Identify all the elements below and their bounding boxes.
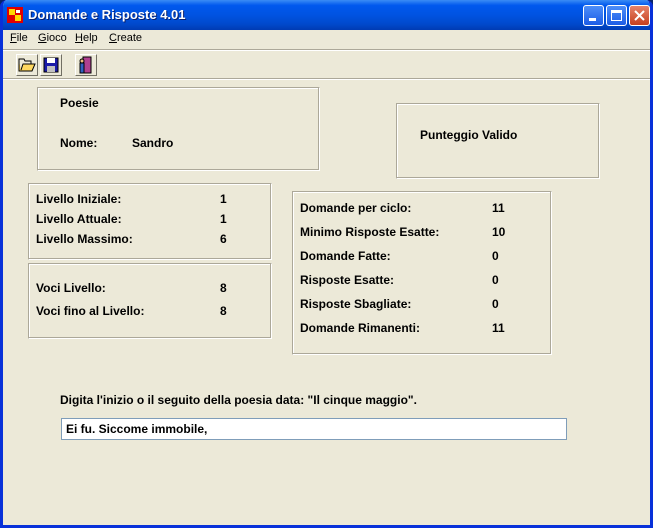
exit-button[interactable] — [75, 54, 97, 76]
score-label: Punteggio Valido — [420, 128, 518, 142]
name-value: Sandro — [132, 136, 174, 150]
close-icon — [634, 10, 645, 21]
remaining-label: Domande Rimanenti: — [300, 321, 421, 335]
title-bar[interactable]: Domande e Risposte 4.01 — [3, 0, 650, 30]
max-level-value: 6 — [220, 232, 227, 246]
menu-gioco[interactable]: Gioco — [38, 32, 67, 44]
open-button[interactable] — [16, 54, 38, 76]
level-entries-label: Voci Livello: — [36, 281, 106, 295]
initial-level-label: Livello Iniziale: — [36, 192, 122, 206]
exit-door-icon — [79, 56, 92, 74]
minimize-button[interactable] — [583, 5, 604, 26]
app-icon — [7, 7, 23, 23]
wrong-label: Risposte Sbagliate: — [300, 297, 412, 311]
entries-panel — [28, 263, 272, 339]
menu-help[interactable]: Help — [75, 32, 98, 44]
name-label: Nome: — [60, 136, 98, 150]
save-disk-icon — [43, 57, 59, 73]
max-level-label: Livello Massimo: — [36, 232, 133, 246]
maximize-icon — [611, 10, 622, 21]
level-entries-value: 8 — [220, 281, 227, 295]
min-correct-label: Minimo Risposte Esatte: — [300, 225, 440, 239]
category-label: Poesie — [60, 96, 99, 110]
menu-create[interactable]: Create — [109, 32, 142, 44]
open-folder-icon — [18, 58, 36, 72]
save-button[interactable] — [40, 54, 62, 76]
menu-bar: File Gioco Help Create — [3, 30, 650, 48]
initial-level-value: 1 — [220, 192, 227, 206]
per-cycle-label: Domande per ciclo: — [300, 201, 412, 215]
app-window: Domande e Risposte 4.01 File Gioco Help … — [0, 0, 653, 528]
toolbar-separator — [3, 78, 650, 80]
current-level-value: 1 — [220, 212, 227, 226]
menu-separator — [3, 49, 650, 51]
asked-label: Domande Fatte: — [300, 249, 391, 263]
menu-file[interactable]: File — [10, 32, 28, 44]
correct-label: Risposte Esatte: — [300, 273, 395, 287]
min-correct-value: 10 — [492, 225, 506, 239]
remaining-value: 11 — [492, 321, 505, 335]
current-level-label: Livello Attuale: — [36, 212, 122, 226]
per-cycle-value: 11 — [492, 201, 505, 215]
window-title: Domande e Risposte 4.01 — [28, 7, 186, 22]
answer-input[interactable] — [61, 418, 567, 440]
close-button[interactable] — [629, 5, 650, 26]
maximize-button[interactable] — [606, 5, 627, 26]
correct-value: 0 — [492, 273, 499, 287]
upto-entries-value: 8 — [220, 304, 227, 318]
minimize-icon — [589, 18, 596, 21]
asked-value: 0 — [492, 249, 499, 263]
prompt-text: Digita l'inizio o il seguito della poesi… — [60, 393, 417, 407]
upto-entries-label: Voci fino al Livello: — [36, 304, 145, 318]
wrong-value: 0 — [492, 297, 499, 311]
